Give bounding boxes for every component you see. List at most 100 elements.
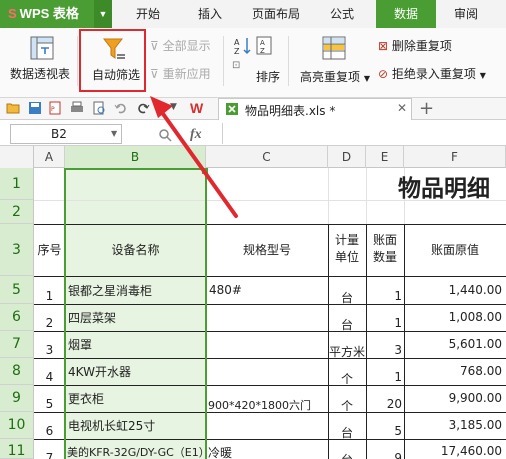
save-icon[interactable] [28, 101, 42, 115]
cell-seq[interactable]: 1 [34, 289, 65, 303]
cell-unit[interactable]: 个 [328, 397, 366, 414]
header-spec[interactable]: 规格型号 [206, 224, 328, 276]
row-header-9[interactable]: 9 [0, 385, 34, 412]
show-all-button[interactable]: ⊽ 全部显示 [150, 37, 211, 54]
header-qty-line2: 数量 [372, 250, 397, 264]
chevron-down-icon: ▼ [479, 71, 486, 80]
formula-input[interactable] [222, 123, 506, 144]
fill-handle[interactable] [202, 168, 208, 174]
pivot-table-button[interactable]: 数据透视表 [10, 34, 74, 90]
row-header-5[interactable]: 5 [0, 276, 34, 304]
cell-value[interactable]: 768.00 [404, 364, 502, 378]
row-header-2[interactable]: 2 [0, 200, 34, 224]
tab-review[interactable]: 审阅 [440, 0, 492, 28]
cell-qty[interactable]: 1 [366, 316, 402, 330]
select-all-corner[interactable] [0, 146, 34, 168]
new-tab-icon[interactable]: + [419, 98, 434, 119]
header-qty[interactable]: 账面 数量 [366, 232, 404, 266]
tab-home[interactable]: 开始 [126, 0, 170, 28]
chevron-down-icon[interactable]: ▼ [170, 102, 177, 112]
cell-value[interactable]: 17,460.00 [404, 444, 502, 458]
tab-data[interactable]: 数据 [376, 0, 436, 28]
highlight-duplicates-label: 高亮重复项 ▼ [300, 70, 370, 84]
column-header-a[interactable]: A [34, 146, 65, 168]
wps-w-icon[interactable]: W [190, 100, 203, 116]
header-name[interactable]: 设备名称 [65, 224, 206, 276]
print-preview-icon[interactable] [92, 101, 106, 115]
column-header-d[interactable]: D [328, 146, 366, 168]
cell-spec[interactable]: 900*420*1800六门 [208, 397, 311, 413]
cell-unit[interactable]: 平方米 [328, 343, 366, 360]
cell-name[interactable]: 4KW开水器 [68, 363, 131, 380]
sort-button[interactable]: A Z A Z ⊡ 排序 [230, 34, 286, 90]
undo-icon[interactable] [114, 101, 128, 115]
cell-spec[interactable]: 480# [209, 283, 242, 297]
cell-qty[interactable]: 20 [366, 397, 402, 411]
column-header-b[interactable]: B [65, 146, 206, 168]
cell-seq[interactable]: 4 [34, 370, 65, 384]
export-pdf-icon[interactable]: P [48, 101, 62, 115]
cell-seq[interactable]: 7 [34, 451, 65, 459]
cell-name[interactable]: 电视机长虹25寸 [68, 417, 155, 434]
cell-qty[interactable]: 1 [366, 370, 402, 384]
cell-name[interactable]: 烟罩 [68, 336, 92, 353]
row-header-8[interactable]: 8 [0, 358, 34, 385]
tab-formulas[interactable]: 公式 [318, 0, 366, 28]
remove-duplicates-icon: ⊠ [378, 39, 389, 53]
cell-qty[interactable]: 1 [366, 289, 402, 303]
tab-page-layout[interactable]: 页面布局 [246, 0, 306, 28]
column-header-f[interactable]: F [404, 146, 506, 168]
cell-name[interactable]: 四层菜架 [68, 309, 116, 326]
row-header-7[interactable]: 7 [0, 331, 34, 358]
cell-qty[interactable]: 5 [366, 424, 402, 438]
header-value[interactable]: 账面原值 [404, 224, 506, 276]
tab-insert[interactable]: 插入 [186, 0, 234, 28]
redo-icon[interactable] [136, 101, 150, 115]
name-box[interactable]: B2 ▼ [10, 124, 122, 144]
cell-qty[interactable]: 3 [366, 343, 402, 357]
function-icon[interactable]: fx [190, 127, 202, 143]
cell-seq[interactable]: 2 [34, 316, 65, 330]
cell-unit[interactable]: 台 [328, 316, 366, 333]
cell-name[interactable]: 银都之星消毒柜 [68, 282, 152, 299]
zoom-icon[interactable] [158, 128, 172, 142]
cell-value[interactable]: 9,900.00 [404, 391, 502, 405]
open-folder-icon[interactable] [6, 101, 20, 115]
row-header-11[interactable]: 11 [0, 439, 34, 459]
row-header-1[interactable]: 1 [0, 168, 34, 200]
row-header-6[interactable]: 6 [0, 304, 34, 331]
cell-spec[interactable]: 冷暖 [208, 444, 232, 459]
remove-duplicates-button[interactable]: ⊠ 删除重复项 [378, 37, 452, 54]
cell-unit[interactable]: 台 [328, 289, 366, 306]
chevron-down-icon[interactable]: ▼ [94, 0, 112, 28]
highlight-duplicates-button[interactable]: 高亮重复项 ▼ [296, 34, 370, 90]
cell-value[interactable]: 1,008.00 [404, 310, 502, 324]
cell-unit[interactable]: 个 [328, 370, 366, 387]
sort-options-icon[interactable]: ⊡ [232, 60, 240, 71]
row-header-10[interactable]: 10 [0, 412, 34, 439]
ribbon-divider [223, 36, 224, 86]
column-header-e[interactable]: E [366, 146, 404, 168]
cell-value[interactable]: 1,440.00 [404, 283, 502, 297]
cell-value[interactable]: 3,185.00 [404, 418, 502, 432]
cell-seq[interactable]: 5 [34, 397, 65, 411]
cell-name[interactable]: 更衣柜 [68, 390, 104, 407]
cell-seq[interactable]: 3 [34, 343, 65, 357]
sort-label: 排序 [256, 70, 281, 84]
column-header-c[interactable]: C [206, 146, 328, 168]
reject-duplicates-button[interactable]: ⊘ 拒绝录入重复项 ▼ [378, 65, 486, 82]
wps-app-menu[interactable]: S WPS 表格 ▼ [0, 0, 112, 28]
header-unit[interactable]: 计量 单位 [328, 232, 366, 266]
header-seq[interactable]: 序号 [34, 224, 65, 276]
cell-name[interactable]: 美的KFR-32G/DY-GC（E1） [67, 444, 207, 459]
document-tab[interactable]: 物品明细表.xls * ✕ [218, 98, 412, 120]
row-header-3[interactable]: 3 [0, 224, 34, 276]
cell-unit[interactable]: 台 [328, 451, 366, 459]
cell-value[interactable]: 5,601.00 [404, 337, 502, 351]
print-icon[interactable] [70, 101, 84, 115]
close-icon[interactable]: ✕ [397, 101, 407, 115]
cell-seq[interactable]: 6 [34, 424, 65, 438]
chevron-down-icon[interactable]: ▼ [111, 129, 117, 138]
cell-qty[interactable]: 9 [366, 451, 402, 459]
reapply-button[interactable]: ⊽ 重新应用 [150, 65, 211, 82]
